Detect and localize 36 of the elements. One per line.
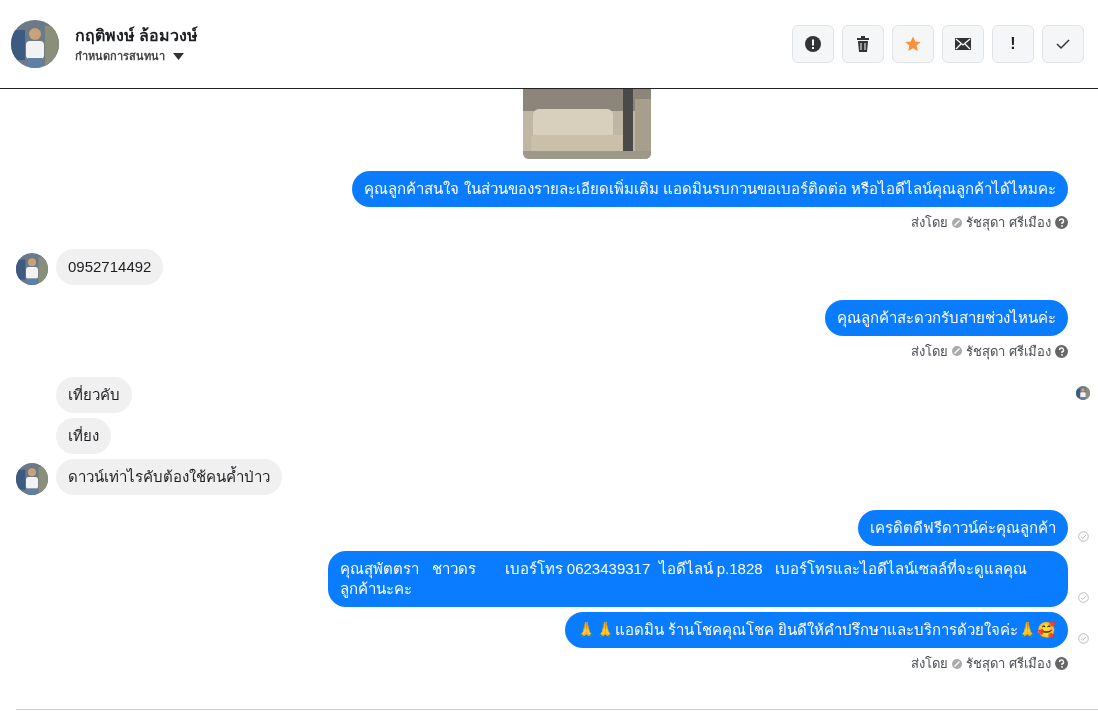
star-icon — [905, 36, 921, 52]
sent-by-label: ส่งโดย — [911, 342, 949, 361]
mail-button[interactable] — [942, 25, 984, 63]
blocked-icon — [952, 346, 963, 357]
sender-name: รัชสุดา ศรีเมือง — [966, 342, 1051, 361]
star-button[interactable] — [892, 25, 934, 63]
conversation-menu[interactable]: กำหนดการสนทนา — [75, 47, 199, 65]
message-bubble: เที่ยง — [56, 418, 111, 454]
contact-name: กฤติพงษ์ ล้อมวงษ์ — [75, 25, 199, 47]
avatar — [11, 20, 59, 68]
sender-name: รัชสุดา ศรีเมือง — [966, 214, 1051, 233]
message-bubble: คุณสุพัตตรา ชาวดร เบอร์โทร 0623439317 ไอดีไลน์ p.1828 เบอร์โทรและไอดีไลน์เซลล์ที่จะดูแลคุณลูกค้านะคะ — [328, 551, 1068, 607]
message-bubble: ดาวน์เท่าไรคับต้องใช้คนค้ำป่าว — [56, 459, 282, 495]
sent-by-label: ส่งโดย — [911, 214, 949, 232]
sender-name: รัชสุดา ศรีเมือง — [966, 655, 1051, 674]
check-button[interactable] — [1042, 25, 1084, 63]
alert-icon — [805, 36, 821, 52]
message-bubble: เที่ยวคับ — [56, 377, 132, 413]
blocked-icon — [952, 217, 963, 228]
message-bubble: 0952714492 — [56, 248, 164, 285]
message-bubble: 🙏🙏แอดมิน ร้านโชคคุณโชค ยินดีให้คำปรึกษาและบริการด้วยใจค่ะ🙏🥰 — [564, 612, 1068, 648]
message-bubble: คุณลูกค้าสะดวกรับสายช่วงไหนค่ะ — [825, 299, 1068, 336]
blocked-icon — [952, 658, 963, 669]
alert-button[interactable] — [792, 25, 834, 63]
help-icon[interactable] — [1055, 344, 1068, 358]
trash-icon — [855, 36, 871, 52]
exclaim-button[interactable]: ! — [992, 25, 1034, 63]
trash-button[interactable] — [842, 25, 884, 63]
help-icon[interactable] — [1055, 657, 1068, 671]
help-icon[interactable] — [1055, 216, 1068, 230]
mail-icon — [955, 36, 971, 52]
caret-icon — [173, 52, 184, 60]
message-bubble: เครดิตดีฟรีดาวน์ค่ะคุณลูกค้า — [858, 510, 1068, 546]
check-icon — [1055, 36, 1071, 52]
message-bubble: คุณลูกค้าสนใจ ในส่วนของรายละเอียดเพิ่มเติม แอดมินรบกวนขอเบอร์ติดต่อ หรือไอดีไลน์คุณลูกค้าได้ไหมคะ — [352, 171, 1068, 207]
sent-by-label: ส่งโดย — [911, 655, 949, 673]
